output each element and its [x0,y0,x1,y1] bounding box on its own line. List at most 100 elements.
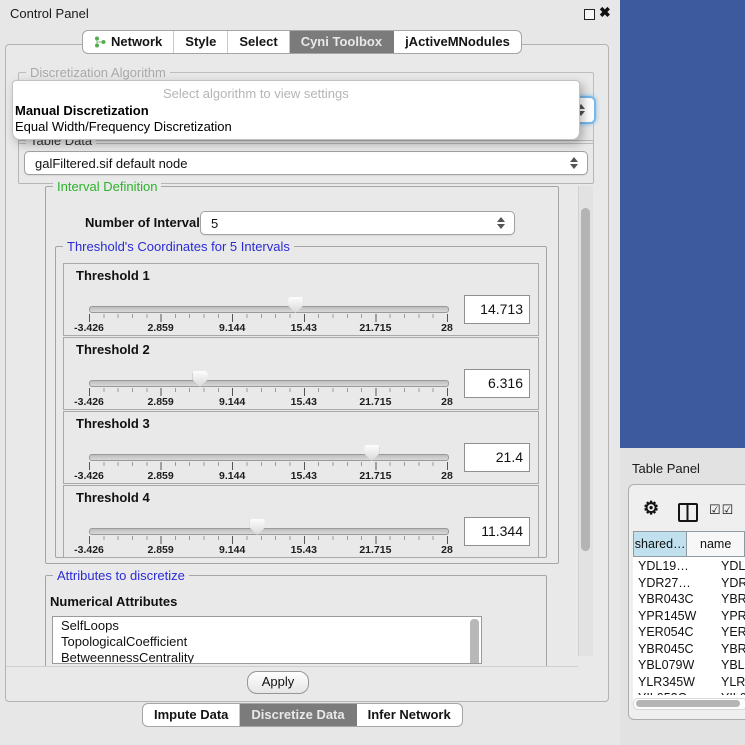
column-header-name[interactable]: name [687,531,745,557]
slider-major-ticks [89,536,449,544]
viewport-divider [6,666,578,667]
application-window: Control Panel ✖ Network Style Select Cyn… [0,0,745,745]
tick-label: 21.715 [359,544,391,556]
table-row[interactable]: YBR045CYBR0 [633,641,745,658]
checkbox-columns-icon[interactable]: ☑☑ [709,502,734,518]
tab-discretize-data[interactable]: Discretize Data [240,704,356,726]
table-row[interactable]: YPR145WYPR1 [633,608,745,625]
tick-label: 9.144 [219,322,245,334]
tick-label: -3.426 [74,470,104,482]
threshold-4-row: Threshold 4 -3.426 2.859 9.144 15.43 21.… [63,485,539,558]
tick-label: 9.144 [219,470,245,482]
tick-label: 15.43 [291,322,317,334]
threshold-3-value-field[interactable]: 21.4 [464,443,530,472]
combo-stepper-icon[interactable] [570,157,579,169]
threshold-4-value-field[interactable]: 11.344 [464,517,530,546]
number-of-intervals-label: Number of Intervals [85,215,207,230]
table-row[interactable]: YDL19…YDL1 [633,558,745,575]
list-scrollbar-thumb[interactable] [470,619,479,664]
discretization-algorithm-group-label: Discretization Algorithm [26,65,170,80]
tick-label: -3.426 [74,322,104,334]
vertical-scrollbar-thumb[interactable] [581,208,590,551]
tick-label: 2.859 [147,322,173,334]
list-item[interactable]: TopologicalCoefficient [53,634,481,650]
control-panel-titlebar: Control Panel ✖ [0,0,620,28]
threshold-1-slider-track[interactable] [89,306,449,313]
table-data-combobox[interactable]: galFiltered.sif default node [24,151,588,175]
table-data-selected: galFiltered.sif default node [35,156,187,171]
tick-label: 21.715 [359,322,391,334]
tick-label: 2.859 [147,470,173,482]
tick-label: 2.859 [147,544,173,556]
table-row[interactable]: YIL052CYIL0 [633,690,745,695]
apply-button[interactable]: Apply [247,671,309,694]
threshold-3-slider-track[interactable] [89,454,449,461]
slider-major-ticks [89,462,449,470]
tab-style[interactable]: Style [174,31,228,53]
tick-label: 9.144 [219,396,245,408]
tick-label: 28 [441,544,453,556]
threshold-1-value-field[interactable]: 14.713 [464,295,530,324]
tick-label: -3.426 [74,396,104,408]
tab-impute-data[interactable]: Impute Data [143,704,240,726]
tab-network[interactable]: Network [83,31,174,53]
node-table: shared… name YDL19…YDL1 YDR27…YDR2 YBR04… [633,531,745,707]
tab-cyni-toolbox[interactable]: Cyni Toolbox [290,31,394,53]
tick-label: 15.43 [291,544,317,556]
tab-jactivemnodules[interactable]: jActiveMNodules [394,31,521,53]
table-rows: YDL19…YDL1 YDR27…YDR2 YBR043CYBR0 YPR145… [633,558,745,695]
cyni-bottom-tabs: Impute Data Discretize Data Infer Networ… [142,703,463,727]
threshold-2-value-field[interactable]: 6.316 [464,369,530,398]
table-row[interactable]: YBR043CYBR0 [633,591,745,608]
dropdown-option-manual-discretization[interactable]: Manual Discretization [15,103,149,118]
tick-label: 28 [441,396,453,408]
numerical-attributes-list[interactable]: SelfLoops TopologicalCoefficient Between… [52,616,482,664]
tab-label: Network [111,34,162,49]
tab-infer-network[interactable]: Infer Network [357,704,462,726]
network-view-frame: GAL80 GA C GAL11 GAL4 GCY1 H HAP2 [620,0,745,448]
tick-label: 9.144 [219,544,245,556]
list-item[interactable]: SelfLoops [53,617,481,634]
tick-label: 28 [441,322,453,334]
table-row[interactable]: YBL079WYBL0 [633,657,745,674]
table-panel-title: Table Panel [632,461,700,476]
tick-label: 21.715 [359,396,391,408]
tick-label: 21.715 [359,470,391,482]
table-hscrollbar-thumb[interactable] [636,700,740,707]
thresholds-group-label: Threshold's Coordinates for 5 Intervals [63,239,294,254]
attributes-group-label: Attributes to discretize [53,568,189,583]
float-window-icon[interactable] [584,9,595,20]
list-item[interactable]: BetweennessCentrality [53,650,481,664]
tick-label: -3.426 [74,544,104,556]
combo-stepper-icon[interactable] [497,217,506,229]
control-panel-tabs: Network Style Select Cyni Toolbox jActiv… [82,30,522,54]
table-row[interactable]: YLR345WYLR3 [633,674,745,691]
interval-definition-group-label: Interval Definition [53,179,161,194]
threshold-3-row: Threshold 3 -3.426 2.859 9.144 15.43 21.… [63,411,539,484]
gear-icon[interactable]: ⚙ [643,498,659,519]
panel-title: Control Panel [10,6,89,21]
control-panel: Control Panel ✖ Network Style Select Cyn… [0,0,620,745]
table-row[interactable]: YDR27…YDR2 [633,575,745,592]
threshold-3-label: Threshold 3 [76,416,150,431]
algorithm-dropdown-popup: Select algorithm to view settings Manual… [12,80,580,140]
network-tree-icon [94,36,106,48]
numerical-attributes-label: Numerical Attributes [50,594,177,609]
column-header-shared-name[interactable]: shared… [633,531,687,557]
threshold-2-slider-track[interactable] [89,380,449,387]
tick-label: 28 [441,470,453,482]
tab-select[interactable]: Select [228,31,289,53]
slider-major-ticks [89,314,449,322]
table-header-row: shared… name [633,531,745,557]
table-row[interactable]: YER054CYER0 [633,624,745,641]
slider-major-ticks [89,388,449,396]
number-of-intervals-combobox[interactable]: 5 [200,211,515,235]
close-icon[interactable]: ✖ [599,4,611,21]
threshold-4-slider-track[interactable] [89,528,449,535]
columns-icon[interactable] [678,503,698,522]
table-panel: Table Panel ⚙ ☑☑ shared… name YDL19…YDL1… [620,448,745,745]
threshold-2-row: Threshold 2 -3.426 2.859 9.144 15.43 21.… [63,337,539,410]
dropdown-hint: Select algorithm to view settings [163,86,349,101]
tick-label: 15.43 [291,470,317,482]
dropdown-option-equal-width-frequency[interactable]: Equal Width/Frequency Discretization [15,119,232,134]
